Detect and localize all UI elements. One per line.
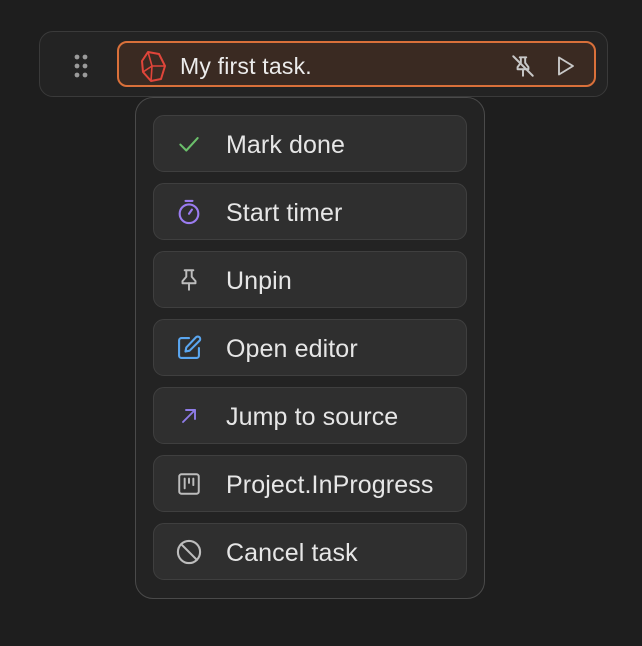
- open-editor-label: Open editor: [226, 335, 358, 363]
- project-in-progress-button[interactable]: Project.InProgress: [153, 455, 467, 512]
- kanban-icon: [175, 470, 203, 498]
- play-icon[interactable]: [551, 52, 579, 80]
- cancel-task-button[interactable]: Cancel task: [153, 523, 467, 580]
- pin-icon: [175, 266, 203, 294]
- unpin-button[interactable]: Unpin: [153, 251, 467, 308]
- open-editor-button[interactable]: Open editor: [153, 319, 467, 376]
- stage: My first task. Mark done Start timer Unp…: [0, 0, 642, 646]
- start-timer-label: Start timer: [226, 199, 343, 227]
- jump-to-source-label: Jump to source: [226, 403, 399, 431]
- task-pill[interactable]: My first task.: [117, 41, 596, 87]
- start-timer-button[interactable]: Start timer: [153, 183, 467, 240]
- obsidian-logo-icon: [139, 50, 167, 82]
- drag-handle-icon[interactable]: [73, 53, 89, 79]
- project-in-progress-label: Project.InProgress: [226, 471, 434, 499]
- jump-to-source-button[interactable]: Jump to source: [153, 387, 467, 444]
- mark-done-label: Mark done: [226, 131, 346, 159]
- edit-icon: [175, 334, 203, 362]
- task-title: My first task.: [180, 53, 312, 79]
- arrow-up-right-icon: [175, 402, 203, 430]
- task-bar: My first task.: [39, 31, 608, 97]
- mark-done-button[interactable]: Mark done: [153, 115, 467, 172]
- cancel-icon: [175, 538, 203, 566]
- task-actions-menu: Mark done Start timer Unpin Open editor …: [135, 97, 485, 599]
- pin-off-icon[interactable]: [509, 52, 537, 80]
- timer-icon: [175, 198, 203, 226]
- unpin-label: Unpin: [226, 267, 292, 295]
- check-icon: [175, 130, 203, 158]
- cancel-task-label: Cancel task: [226, 539, 358, 567]
